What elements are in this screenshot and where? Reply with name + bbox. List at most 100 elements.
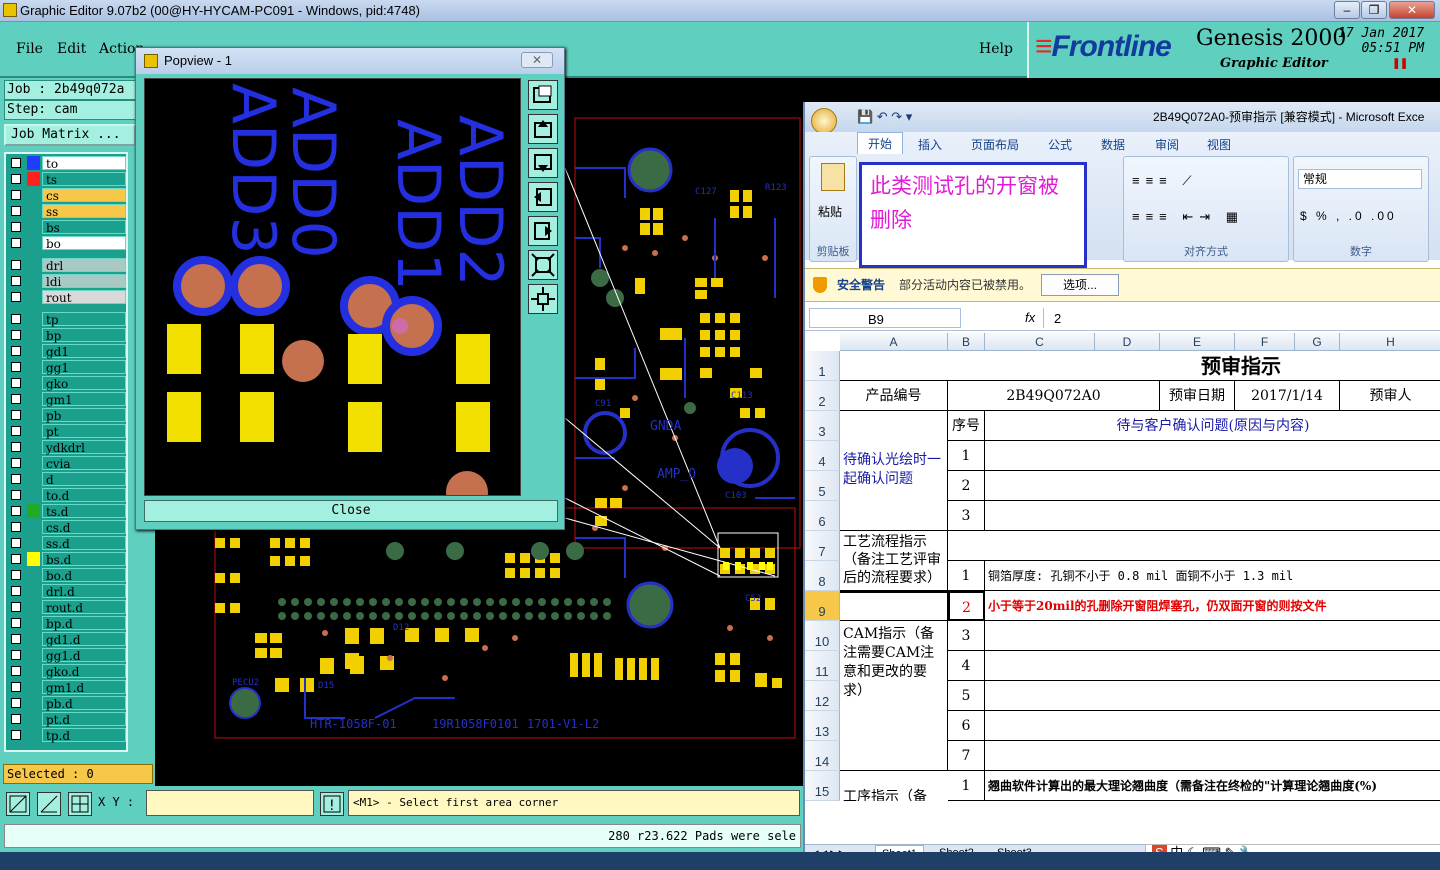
layer-color-swatch[interactable] bbox=[27, 236, 40, 250]
layer-color-swatch[interactable] bbox=[27, 172, 40, 186]
row9-text[interactable]: 小于等于20mil的孔删除开窗阻焊塞孔，仍双面开窗的则按文件 bbox=[985, 591, 1440, 621]
layer-row-drl-d[interactable]: drl.d bbox=[8, 584, 126, 599]
layer-color-swatch[interactable] bbox=[27, 584, 40, 598]
layer-row-pt[interactable]: pt bbox=[8, 424, 126, 439]
layer-list[interactable]: to ts cs ss bs bo drl ldi rout tp bp gd1 gg1 gko gm1 pb… bbox=[4, 152, 128, 752]
column-header-f[interactable]: F bbox=[1235, 333, 1295, 351]
layer-color-swatch[interactable] bbox=[27, 520, 40, 534]
row-header-8[interactable]: 8 bbox=[805, 561, 840, 591]
office-button[interactable] bbox=[811, 108, 837, 134]
layer-color-swatch[interactable] bbox=[27, 472, 40, 486]
layer-color-swatch[interactable] bbox=[27, 568, 40, 582]
layer-name[interactable]: gd1.d bbox=[42, 632, 126, 647]
layer-color-swatch[interactable] bbox=[27, 536, 40, 550]
layer-checkbox[interactable] bbox=[11, 538, 21, 548]
cam-row-14[interactable] bbox=[985, 741, 1440, 771]
layer-name[interactable]: tp.d bbox=[42, 728, 126, 743]
layer-color-swatch[interactable] bbox=[27, 680, 40, 694]
layer-color-swatch[interactable] bbox=[27, 274, 40, 288]
job-matrix-button[interactable]: Job Matrix ... bbox=[4, 124, 136, 146]
cam-row-10[interactable] bbox=[985, 621, 1440, 651]
layer-name[interactable]: to.d bbox=[42, 488, 126, 503]
column-header-g[interactable]: G bbox=[1295, 333, 1340, 351]
layer-row-pb[interactable]: pb bbox=[8, 408, 126, 423]
excel-window[interactable]: 💾 ↶ ↷ ▾ 2B49Q072A0-预审指示 [兼容模式] - Microso… bbox=[803, 102, 1440, 862]
layer-row-bs-d[interactable]: bs.d bbox=[8, 552, 126, 567]
layer-name[interactable]: bp bbox=[42, 328, 126, 343]
sheet-title[interactable]: 预审指示 bbox=[840, 351, 1440, 381]
layer-checkbox[interactable] bbox=[11, 362, 21, 372]
layer-row-gg1-d[interactable]: gg1.d bbox=[8, 648, 126, 663]
layer-color-swatch[interactable] bbox=[27, 616, 40, 630]
layer-name[interactable]: rout.d bbox=[42, 600, 126, 615]
layer-row-gm1-d[interactable]: gm1.d bbox=[8, 680, 126, 695]
layer-color-swatch[interactable] bbox=[27, 664, 40, 678]
confirm-label[interactable]: 待确认光绘时一起确认问题 bbox=[840, 411, 948, 531]
layer-row-cs[interactable]: cs bbox=[8, 188, 126, 203]
layer-name[interactable]: ldi bbox=[42, 274, 126, 289]
menu-edit[interactable]: Edit bbox=[57, 41, 86, 57]
layer-checkbox[interactable] bbox=[11, 586, 21, 596]
product-no[interactable]: 2B49Q072A0 bbox=[948, 381, 1160, 411]
reviewer-label[interactable]: 预审人 bbox=[1340, 381, 1440, 411]
layer-row-bp[interactable]: bp bbox=[8, 328, 126, 343]
row15-text[interactable]: 翘曲软件计算出的最大理论翘曲度（需备注在终检的"计算理论翘曲度(%) bbox=[985, 771, 1440, 801]
row9-empty[interactable] bbox=[840, 591, 948, 621]
minimize-button[interactable]: – bbox=[1334, 1, 1360, 19]
formula-input[interactable]: 2 bbox=[1043, 308, 1440, 328]
layer-checkbox[interactable] bbox=[11, 602, 21, 612]
row-header-10[interactable]: 10 bbox=[805, 621, 840, 651]
row-header-3[interactable]: 3 bbox=[805, 411, 840, 441]
layer-color-swatch[interactable] bbox=[27, 632, 40, 646]
grid-icon[interactable] bbox=[68, 792, 92, 816]
restore-button[interactable]: ❐ bbox=[1361, 1, 1387, 19]
layer-name[interactable]: gm1 bbox=[42, 392, 126, 407]
layer-name[interactable]: cs bbox=[42, 188, 126, 203]
layer-checkbox[interactable] bbox=[11, 682, 21, 692]
pan-right-icon[interactable] bbox=[528, 216, 558, 246]
layer-color-swatch[interactable] bbox=[27, 504, 40, 518]
layer-name[interactable]: rout bbox=[42, 290, 126, 305]
layer-checkbox[interactable] bbox=[11, 158, 21, 168]
layer-checkbox[interactable] bbox=[11, 174, 21, 184]
layer-name[interactable]: ss.d bbox=[42, 536, 126, 551]
layer-row-to[interactable]: to bbox=[8, 156, 126, 171]
layer-color-swatch[interactable] bbox=[27, 424, 40, 438]
layer-checkbox[interactable] bbox=[11, 346, 21, 356]
layer-color-swatch[interactable] bbox=[27, 488, 40, 502]
row-header-15[interactable]: 15 bbox=[805, 771, 840, 801]
layer-name[interactable]: gg1.d bbox=[42, 648, 126, 663]
layer-color-swatch[interactable] bbox=[27, 360, 40, 374]
layer-color-swatch[interactable] bbox=[27, 156, 40, 170]
layer-name[interactable]: bs.d bbox=[42, 552, 126, 567]
layer-row-bo-d[interactable]: bo.d bbox=[8, 568, 126, 583]
layer-name[interactable]: cvia bbox=[42, 456, 126, 471]
row8-text[interactable]: 铜箔厚度: 孔铜不小于 0.8 mil 面铜不小于 1.3 mil bbox=[985, 561, 1440, 591]
layer-checkbox[interactable] bbox=[11, 330, 21, 340]
issue-6[interactable] bbox=[985, 501, 1440, 531]
layer-name[interactable]: bo.d bbox=[42, 568, 126, 583]
horizontal-align-icons[interactable]: ≡≡≡ ⇤⇥ ▦ bbox=[1132, 209, 1244, 225]
layer-color-swatch[interactable] bbox=[27, 188, 40, 202]
layer-color-swatch[interactable] bbox=[27, 392, 40, 406]
seq-15[interactable]: 1 bbox=[948, 771, 985, 801]
layer-row-tp-d[interactable]: tp.d bbox=[8, 728, 126, 743]
zoom-out-icon[interactable] bbox=[528, 284, 558, 314]
layer-color-swatch[interactable] bbox=[27, 728, 40, 742]
row-header-11[interactable]: 11 bbox=[805, 651, 840, 681]
seq-8[interactable]: 1 bbox=[948, 561, 985, 591]
number-format-icons[interactable]: $ % , .0 .00 bbox=[1300, 209, 1397, 223]
layer-row-gd1-d[interactable]: gd1.d bbox=[8, 632, 126, 647]
layer-name[interactable]: pb.d bbox=[42, 696, 126, 711]
layer-color-swatch[interactable] bbox=[27, 204, 40, 218]
layer-name[interactable]: ss bbox=[42, 204, 126, 219]
layer-row-gko[interactable]: gko bbox=[8, 376, 126, 391]
layer-row-gg1[interactable]: gg1 bbox=[8, 360, 126, 375]
layer-color-swatch[interactable] bbox=[27, 258, 40, 272]
layer-name[interactable]: d bbox=[42, 472, 126, 487]
layer-name[interactable]: tp bbox=[42, 312, 126, 327]
layer-row-rout-d[interactable]: rout.d bbox=[8, 600, 126, 615]
layer-name[interactable]: gd1 bbox=[42, 344, 126, 359]
layer-name[interactable]: bp.d bbox=[42, 616, 126, 631]
column-header-h[interactable]: H bbox=[1340, 333, 1440, 351]
